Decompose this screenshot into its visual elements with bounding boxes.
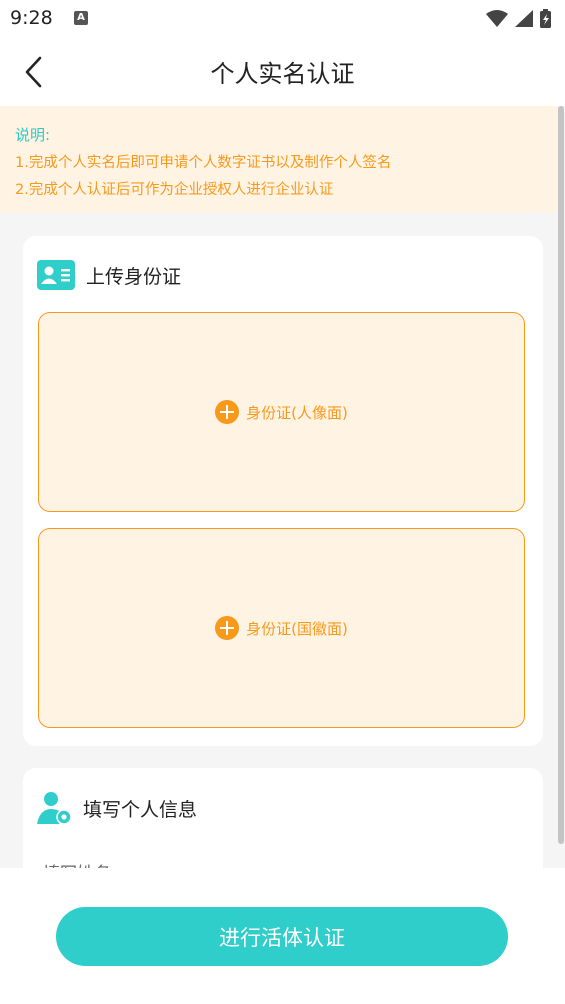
upload-id-card: 上传身份证 身份证(人像面) 身份证(国徽面)	[23, 236, 543, 746]
status-bar: 9:28 A	[0, 0, 565, 38]
user-settings-icon	[37, 792, 72, 825]
liveness-verify-button[interactable]: 进行活体认证	[56, 907, 508, 966]
cell-signal-icon	[515, 10, 533, 27]
info-section-title: 填写个人信息	[83, 798, 198, 821]
bottom-bar: 进行活体认证	[0, 868, 565, 1004]
system-icons	[485, 8, 557, 34]
notice-panel: 说明: 1.完成个人实名后即可申请个人数字证书以及制作个人签名 2.完成个人认证…	[0, 106, 558, 212]
notice-line-1: 1.完成个人实名后即可申请个人数字证书以及制作个人签名	[15, 155, 392, 171]
upload-id-back[interactable]: 身份证(国徽面)	[38, 528, 525, 728]
notice-title: 说明:	[15, 126, 51, 144]
add-icon	[215, 616, 240, 640]
battery-charging-icon	[540, 9, 551, 28]
id-card-icon	[37, 260, 75, 290]
app-header: 个人实名认证	[0, 38, 565, 106]
font-a-icon: A	[74, 11, 88, 25]
scrollbar[interactable]	[558, 106, 564, 844]
upload-id-back-label: 身份证(国徽面)	[246, 619, 348, 638]
add-icon	[215, 400, 240, 424]
upload-section-header: 上传身份证	[37, 260, 181, 290]
status-time: 9:28	[10, 7, 53, 29]
upload-section-title: 上传身份证	[86, 265, 182, 288]
notice-line-2: 2.完成个人认证后可作为企业授权人进行企业认证	[15, 182, 334, 198]
wifi-icon	[486, 10, 508, 27]
upload-id-front[interactable]: 身份证(人像面)	[38, 312, 525, 512]
upload-id-front-label: 身份证(人像面)	[246, 403, 348, 422]
info-section-header: 填写个人信息	[37, 790, 197, 826]
page-title: 个人实名认证	[210, 60, 355, 88]
